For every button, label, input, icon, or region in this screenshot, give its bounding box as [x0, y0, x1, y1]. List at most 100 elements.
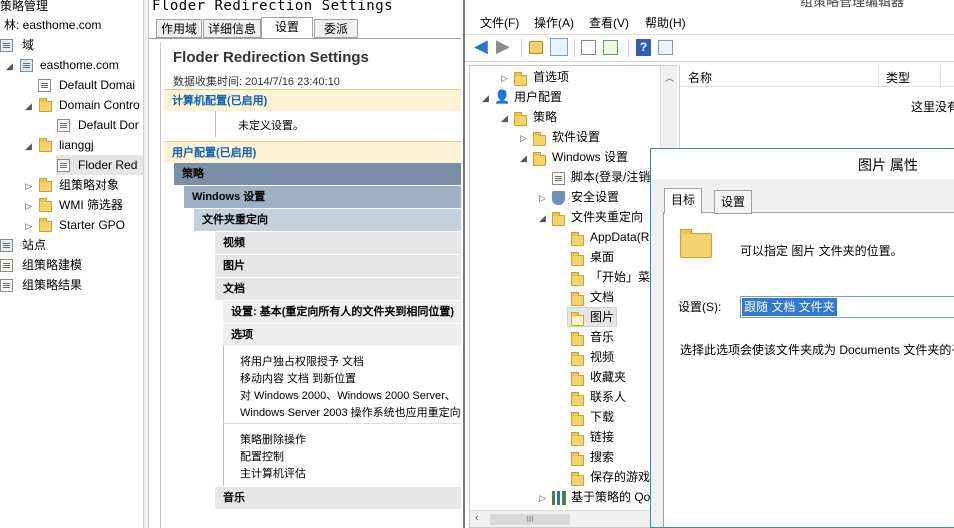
toolbar-separator [574, 39, 575, 57]
tree-domain-controllers[interactable]: Domain Contro [59, 95, 140, 115]
setting-basic-line[interactable]: 设置: 基本(重定向所有人的文件夹到相同位置) [223, 301, 461, 323]
expand-arrow-icon[interactable]: ◢ [25, 140, 32, 152]
music-header[interactable]: 音乐 [215, 487, 461, 509]
collapse-arrow-icon[interactable]: ▷ [25, 180, 32, 192]
tree-gp-modeling[interactable]: 组策略建模 [22, 255, 82, 275]
column-divider[interactable] [940, 65, 941, 87]
node-contacts[interactable]: 联系人 [590, 387, 626, 407]
menu-view[interactable]: 查看(V) [589, 16, 629, 30]
videos-header[interactable]: 视频 [215, 232, 461, 254]
node-software-settings[interactable]: 软件设置 [552, 127, 600, 147]
collapse-arrow-icon[interactable]: ▷ [539, 492, 546, 504]
tab-dialog-settings[interactable]: 设置 [714, 190, 753, 214]
folder-icon [533, 132, 546, 146]
starter-folder-icon [39, 218, 52, 232]
node-qos[interactable]: 基于策略的 Qo [571, 487, 650, 507]
options-left-rule [223, 346, 224, 486]
collapse-arrow-icon[interactable]: ▷ [25, 220, 32, 232]
tab-details[interactable]: 详细信息 [203, 19, 261, 38]
pictures-header[interactable]: 图片 [215, 255, 461, 277]
tree-forest[interactable]: 林: easthome.com [4, 15, 101, 35]
export-list-icon[interactable] [603, 40, 618, 55]
node-appdata[interactable]: AppData(R [590, 227, 649, 247]
tree-lianggj[interactable]: lianggj [59, 135, 94, 155]
config-control: 配置控制 [240, 451, 284, 463]
list-header-type[interactable]: 类型 [886, 69, 910, 86]
expand-arrow-icon[interactable]: ◢ [520, 152, 527, 164]
tree-starter-gpo[interactable]: Starter GPO [59, 215, 125, 235]
node-saved-games[interactable]: 保存的游戏 [590, 467, 650, 487]
node-scripts[interactable]: 脚本(登录/注销 [571, 167, 650, 187]
menu-action[interactable]: 操作(A) [534, 16, 574, 30]
folder-tab-shape [680, 229, 692, 234]
folder-redirect-header[interactable]: 文件夹重定向 [194, 209, 461, 231]
tree-floder-redirection[interactable]: Floder Red [78, 155, 137, 175]
node-downloads[interactable]: 下载 [590, 407, 614, 427]
list-empty-message: 这里没有 [911, 100, 954, 114]
help-icon[interactable]: ? [636, 39, 651, 56]
tree-gpo-objects[interactable]: 组策略对象 [59, 175, 119, 195]
tab-scope[interactable]: 作用域 [156, 19, 202, 38]
setting-select[interactable]: 跟随 文档 文件夹 [740, 296, 954, 318]
scroll-thumb[interactable]: III [490, 514, 570, 525]
collapse-arrow-icon[interactable]: ▷ [539, 192, 546, 204]
node-links[interactable]: 链接 [590, 427, 614, 447]
tree-default-domain-policy[interactable]: Default Domai [59, 75, 135, 95]
tree-default-dc-policy[interactable]: Default Dor [78, 115, 139, 135]
expand-arrow-icon[interactable]: ◢ [6, 60, 13, 72]
folder-icon [514, 112, 527, 126]
menu-file[interactable]: 文件(F) [480, 16, 519, 30]
node-music[interactable]: 音乐 [590, 327, 614, 347]
options-header[interactable]: 选项 [223, 324, 461, 346]
node-policy[interactable]: 策略 [533, 107, 557, 127]
expand-arrow-icon[interactable]: ◢ [539, 212, 546, 224]
scroll-up-arrow-icon[interactable]: ︿ [665, 71, 674, 84]
tree-root-title[interactable]: 策略管理 [0, 0, 48, 16]
tree-domains[interactable]: 域 [22, 35, 34, 55]
node-videos[interactable]: 视频 [590, 347, 614, 367]
node-windows-settings[interactable]: Windows 设置 [552, 147, 628, 167]
show-tree-icon[interactable] [550, 38, 568, 56]
expand-arrow-icon[interactable]: ◢ [25, 100, 32, 112]
documents-header[interactable]: 文档 [215, 278, 461, 300]
node-desktop[interactable]: 桌面 [590, 247, 614, 267]
windows-settings-header[interactable]: Windows 设置 [184, 186, 461, 208]
tree-gp-results[interactable]: 组策略结果 [22, 275, 82, 295]
tree-wmi-filters[interactable]: WMI 筛选器 [59, 195, 123, 215]
node-documents[interactable]: 文档 [590, 287, 614, 307]
policy-header[interactable]: 策略 [174, 163, 461, 185]
expand-arrow-icon[interactable]: ◢ [501, 112, 508, 124]
folder-icon [514, 72, 527, 86]
up-folder-icon[interactable] [529, 41, 543, 54]
node-start-menu[interactable]: 「开始」菜 [590, 267, 650, 287]
scroll-left-arrow-icon[interactable]: ‹ [475, 512, 479, 524]
list-header-name[interactable]: 名称 [688, 69, 712, 86]
tab-delegation[interactable]: 委派 [314, 19, 358, 38]
extended-view-icon[interactable] [658, 40, 673, 55]
menu-help[interactable]: 帮助(H) [645, 16, 686, 30]
properties-icon[interactable] [581, 40, 596, 55]
tab-target[interactable]: 目标 [664, 188, 703, 214]
node-favorites[interactable]: 收藏夹 [590, 367, 626, 387]
node-security-settings[interactable]: 安全设置 [571, 187, 619, 207]
tree-sites[interactable]: 站点 [22, 235, 46, 255]
tab-settings[interactable]: 设置 [261, 17, 313, 38]
collapse-arrow-icon[interactable]: ▷ [501, 72, 508, 84]
forward-arrow-icon[interactable]: ▶ [496, 37, 514, 56]
user-config-header[interactable]: 用户配置(已启用) [164, 141, 461, 163]
expand-arrow-icon[interactable]: ◢ [482, 92, 489, 104]
collapse-arrow-icon[interactable]: ▷ [520, 132, 527, 144]
tree-domain-easthome[interactable]: easthome.com [40, 55, 119, 75]
gpo-folder-icon [39, 178, 52, 192]
back-arrow-icon[interactable]: ◀ [474, 37, 492, 56]
column-divider[interactable] [878, 65, 879, 87]
node-pictures[interactable]: 图片 [590, 307, 614, 327]
node-user-config[interactable]: 用户配置 [514, 87, 562, 107]
node-folder-redirection[interactable]: 文件夹重定向 [571, 207, 643, 227]
node-searches[interactable]: 搜索 [590, 447, 614, 467]
dialog-title: 图片 属性 [858, 157, 918, 173]
collapse-arrow-icon[interactable]: ▷ [25, 200, 32, 212]
setting-selected-value[interactable]: 跟随 文档 文件夹 [742, 298, 837, 316]
node-preferences[interactable]: 首选项 [533, 67, 569, 87]
computer-config-header[interactable]: 计算机配置(已启用) [164, 89, 461, 111]
